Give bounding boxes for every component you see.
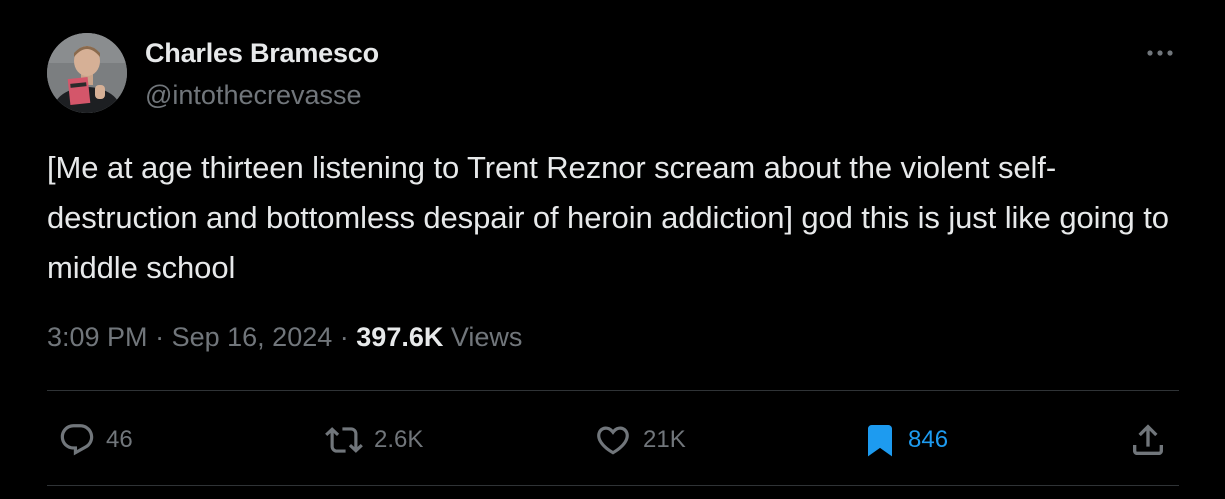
author-name[interactable]: Charles Bramesco: [145, 38, 379, 69]
meta-separator: ·: [155, 322, 165, 352]
author-handle[interactable]: @intothecrevasse: [145, 80, 362, 111]
reply-button[interactable]: 46: [58, 420, 133, 460]
more-horizontal-icon: [1140, 38, 1180, 68]
bookmark-count: 846: [908, 426, 949, 453]
divider: [47, 485, 1179, 486]
share-upload-icon: [1128, 420, 1168, 460]
tweet-time[interactable]: 3:09 PM: [47, 322, 148, 352]
more-options-button[interactable]: [1140, 38, 1180, 68]
avatar[interactable]: [47, 33, 127, 113]
divider: [47, 390, 1179, 391]
reply-count: 46: [106, 426, 133, 453]
bookmark-filled-icon: [862, 420, 898, 460]
like-button[interactable]: 21K: [593, 420, 686, 460]
repost-button[interactable]: 2.6K: [324, 420, 423, 460]
like-count: 21K: [643, 426, 686, 453]
views-count: 397.6K: [356, 322, 444, 352]
avatar-photo: [47, 33, 127, 113]
tweet-text: [Me at age thirteen listening to Trent R…: [47, 150, 1169, 285]
tweet-meta: 3:09 PM · Sep 16, 2024 · 397.6K Views: [47, 322, 522, 353]
repost-count: 2.6K: [374, 426, 424, 453]
views-label: Views: [450, 322, 523, 352]
meta-separator: ·: [339, 322, 349, 352]
tweet-card: Charles Bramesco @intothecrevasse [Me at…: [0, 0, 1225, 499]
heart-icon: [593, 421, 633, 459]
reply-bubble-icon: [58, 421, 96, 459]
share-button[interactable]: [1128, 420, 1168, 460]
bookmark-button[interactable]: 846: [862, 420, 948, 460]
repost-arrows-icon: [324, 421, 364, 459]
tweet-date[interactable]: Sep 16, 2024: [172, 322, 333, 352]
